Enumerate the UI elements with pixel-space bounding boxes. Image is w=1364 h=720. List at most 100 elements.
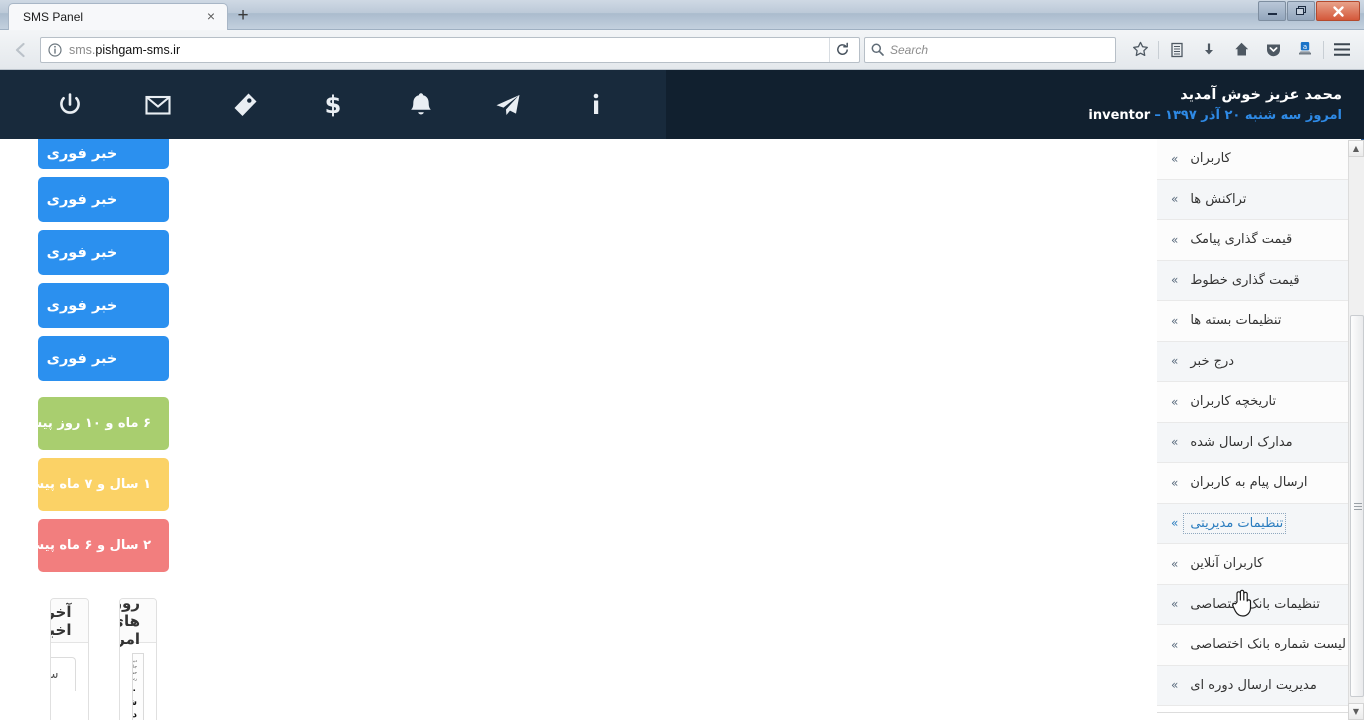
tab-content: [63, 691, 76, 720]
site-info-icon[interactable]: [45, 40, 65, 60]
menu-icon[interactable]: [1326, 35, 1358, 65]
bookmark-star-icon[interactable]: [1124, 35, 1156, 65]
news-time: ۲ سال و ۶ ماه پیش: [38, 538, 151, 553]
sidebar: کاربران » تراکنش ها » قیمت گذاری پیامک »…: [1157, 139, 1364, 720]
news-badge: خبر فوری: [38, 283, 169, 328]
sidebar-item-user-history[interactable]: تاریخچه کاربران »: [1157, 382, 1364, 423]
sidebar-item-dedicated-bank-numbers[interactable]: لیست شماره بانک اختصاصی »: [1157, 625, 1364, 666]
sidebar-item-online-users[interactable]: کاربران آنلاین »: [1157, 544, 1364, 585]
news-row[interactable]: خبر فوری درآمد زایی از پیشگام اس ام اس ۲…: [38, 283, 169, 328]
pocket-icon[interactable]: [1257, 35, 1289, 65]
minimize-icon: [1267, 12, 1277, 15]
news-time: ۱ سال و ۷ ماه پیش: [38, 477, 151, 492]
welcome-message: محمد عزیز خوش آمدید: [1180, 87, 1342, 103]
mail-icon[interactable]: [136, 83, 180, 127]
sidebar-item-transactions[interactable]: تراکنش ها »: [1157, 179, 1364, 220]
back-icon[interactable]: [6, 35, 36, 65]
sidebar-item-label: کاربران: [1190, 151, 1231, 167]
newspaper-image[interactable]: دبیرکل جامعه حسابداران رسمی ۶۰۰ شرکت دری…: [131, 653, 144, 720]
browser-window: SMS Panel × + sms.pishgam-sms.ir Search …: [0, 0, 1364, 720]
news-row[interactable]: خبر فوری اطلاعیه های مهم ارسال سیمکارت ۵…: [38, 139, 169, 169]
close-icon[interactable]: ×: [203, 9, 219, 25]
chevron-double-left-icon: »: [1171, 556, 1179, 571]
app-topbar-icons: $: [0, 70, 666, 139]
sidebar-item-label: مدیریت ارسال دوره ای: [1190, 677, 1317, 693]
tab-politics[interactable]: سیاسی: [50, 657, 76, 691]
scroll-up-button[interactable]: ▲: [1348, 140, 1364, 157]
sidebar-item-label: تراکنش ها: [1190, 191, 1247, 207]
news-row-red[interactable]: ۲ سال و ۶ ماه پیش مشتریان جدید: [38, 519, 169, 572]
power-icon[interactable]: [48, 83, 92, 127]
sidebar-item-line-pricing[interactable]: قیمت گذاری خطوط »: [1157, 260, 1364, 301]
bottom-panels: روزنامه های امروز دبیرکل جامعه حسابداران…: [38, 598, 169, 720]
svg-text:$: $: [325, 91, 342, 119]
ticket-icon[interactable]: [223, 83, 267, 127]
new-tab-button[interactable]: +: [232, 6, 254, 28]
newspaper-masthead: دبیرکل جامعه حسابداران رسمی ۶۰۰ شرکت دری…: [132, 654, 144, 720]
account-icon[interactable]: a: [1289, 35, 1321, 65]
sidebar-item-periodic-send-management[interactable]: مدیریت ارسال دوره ای »: [1157, 665, 1364, 706]
sidebar-item-label: تاریخچه کاربران: [1190, 394, 1277, 410]
url-text[interactable]: sms.pishgam-sms.ir: [65, 43, 829, 57]
url-bar[interactable]: sms.pishgam-sms.ir: [40, 36, 860, 63]
info-icon[interactable]: [574, 83, 618, 127]
dash-separator: –: [1154, 108, 1161, 123]
sidebar-section-system-services[interactable]: خدمات سیستم: [1157, 712, 1364, 720]
sidebar-item-add-news[interactable]: درج خبر »: [1157, 341, 1364, 382]
restore-icon: [1296, 6, 1306, 15]
sidebar-item-sms-pricing[interactable]: قیمت گذاری پیامک »: [1157, 220, 1364, 261]
browser-tab[interactable]: SMS Panel ×: [8, 3, 228, 30]
sidebar-item-label: کاربران آنلاین: [1190, 556, 1264, 572]
panel-title: روزنامه های امروز: [119, 599, 156, 648]
maximize-button[interactable]: [1287, 1, 1315, 21]
chevron-double-left-icon: »: [1171, 313, 1179, 328]
sidebar-item-users[interactable]: کاربران »: [1157, 139, 1364, 180]
search-icon: [871, 43, 884, 56]
news-row-yellow[interactable]: ۱ سال و ۷ ماه پیش کانال تلگرامی ما: [38, 458, 169, 511]
dollar-icon[interactable]: $: [311, 83, 355, 127]
scrollbar-thumb[interactable]: [1350, 315, 1364, 697]
reading-list-icon[interactable]: [1161, 35, 1193, 65]
sidebar-item-label: ارسال پیام به کاربران: [1190, 475, 1308, 491]
chevron-double-left-icon: »: [1171, 678, 1179, 693]
sidebar-item-send-message-to-users[interactable]: ارسال پیام به کاربران »: [1157, 463, 1364, 504]
sidebar-item-dedicated-bank-settings[interactable]: تنظیمات بانک اختصاصی »: [1157, 584, 1364, 625]
sidebar-item-label: تنظیمات بانک اختصاصی: [1190, 596, 1320, 612]
news-category-tabs: سیاسی ورزشی اقتصادی تکنولوژی اجتماعی: [50, 657, 76, 691]
window-controls: [1258, 1, 1360, 21]
news-row[interactable]: خبر فوری طرح ارائه خطوط ۱۰۰۰ اختصاصی به …: [38, 230, 169, 275]
sidebar-item-label: قیمت گذاری پیامک: [1190, 232, 1293, 248]
sidebar-item-label: مدارک ارسال شده: [1190, 434, 1293, 450]
latest-news-panel: آخرین اخبار سیاسی ورزشی اقتصادی تکنولوژی…: [50, 598, 89, 720]
reload-icon[interactable]: [829, 37, 855, 62]
current-date: امروز سه شنبه ۲۰ آذر ۱۳۹۷: [1165, 108, 1342, 123]
news-row[interactable]: خبر فوری قوانین اختصاصی ( مهم ) ۶ ماه و …: [38, 177, 169, 222]
chevron-double-left-icon: »: [1171, 597, 1179, 612]
chevron-double-left-icon: »: [1171, 192, 1179, 207]
toolbar-divider: [1158, 40, 1159, 59]
sidebar-item-label: تنظیمات مدیریتی: [1183, 512, 1287, 534]
chevron-double-left-icon: »: [1171, 516, 1179, 531]
news-row-green[interactable]: ۶ ماه و ۱۰ روز پیش عدم امکان ارائه خط ۱۴…: [38, 397, 169, 450]
home-icon[interactable]: [1225, 35, 1257, 65]
close-button[interactable]: [1316, 1, 1360, 21]
bell-icon[interactable]: [399, 83, 443, 127]
sidebar-item-admin-settings[interactable]: تنظیمات مدیریتی »: [1157, 503, 1364, 544]
panel-body: سیاسی ورزشی اقتصادی تکنولوژی اجتماعی: [50, 643, 88, 720]
downloads-icon[interactable]: [1193, 35, 1225, 65]
chevron-double-left-icon: »: [1171, 151, 1179, 166]
close-icon: [1332, 5, 1344, 17]
search-input[interactable]: Search: [864, 36, 1116, 63]
minimize-button[interactable]: [1258, 1, 1286, 21]
sidebar-item-sent-documents[interactable]: مدارک ارسال شده »: [1157, 422, 1364, 463]
sidebar-item-label: درج خبر: [1190, 353, 1235, 369]
browser-toolbar-icons: a: [1124, 35, 1358, 65]
news-row[interactable]: خبر فوری خبر مهم برای کاربران و نمایندگا…: [38, 336, 169, 381]
paper-plane-icon[interactable]: [486, 83, 530, 127]
sidebar-item-package-settings[interactable]: تنظیمات بسته ها »: [1157, 301, 1364, 342]
scroll-down-button[interactable]: ▼: [1348, 703, 1364, 720]
chevron-double-left-icon: »: [1171, 435, 1179, 450]
app-topbar: محمد عزیز خوش آمدید امروز سه شنبه ۲۰ آذر…: [0, 70, 1364, 139]
page-scrollbar[interactable]: ▲ ▼: [1348, 140, 1364, 720]
chevron-double-left-icon: »: [1171, 273, 1179, 288]
